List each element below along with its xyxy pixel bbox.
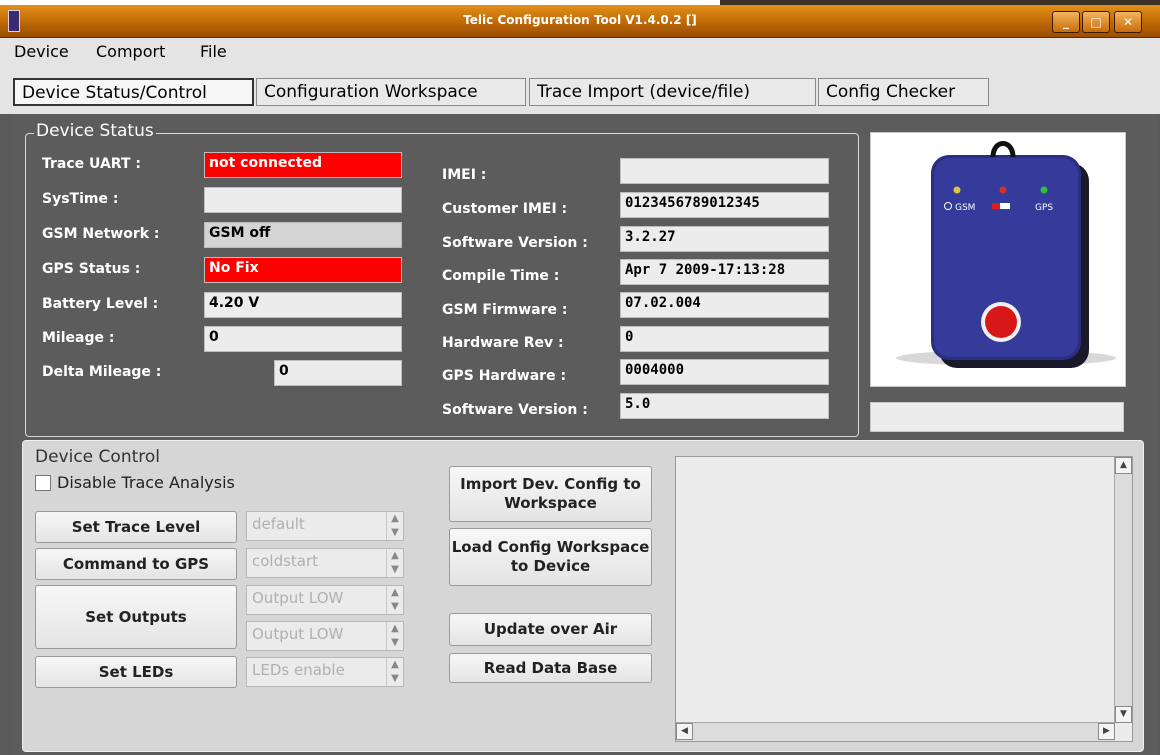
- output-1-select-value: Output LOW: [252, 589, 344, 607]
- device-control-group: Device Control Disable Trace Analysis Se…: [22, 440, 1144, 752]
- spinner-icon: ▲ ▼: [386, 549, 403, 577]
- gps-hardware-label: GPS Hardware :: [442, 368, 567, 384]
- customer-imei-value: 0123456789012345: [620, 192, 829, 218]
- systime-value: [204, 187, 402, 213]
- gps-hardware-value: 0004000: [620, 359, 829, 385]
- menu-device[interactable]: Device: [14, 42, 69, 61]
- gps-command-select[interactable]: coldstart ▲ ▼: [246, 548, 404, 578]
- output-2-select[interactable]: Output LOW ▲ ▼: [246, 621, 404, 651]
- tab-configuration-workspace[interactable]: Configuration Workspace: [256, 78, 526, 106]
- command-to-gps-button[interactable]: Command to GPS: [35, 548, 237, 580]
- spinner-icon: ▲ ▼: [386, 658, 403, 686]
- delta-mileage-value: 0: [274, 360, 402, 386]
- compile-time-label: Compile Time :: [442, 268, 560, 284]
- menu-file[interactable]: File: [200, 42, 227, 61]
- delta-mileage-label: Delta Mileage :: [42, 364, 162, 380]
- compile-time-value: Apr 7 2009-17:13:28: [620, 259, 829, 285]
- set-leds-button[interactable]: Set LEDs: [35, 656, 237, 688]
- software-version-value: 3.2.27: [620, 226, 829, 252]
- hardware-rev-label: Hardware Rev :: [442, 335, 564, 351]
- scroll-down-icon[interactable]: ▼: [1115, 706, 1132, 723]
- set-trace-level-button[interactable]: Set Trace Level: [35, 511, 237, 543]
- menu-bar: Device Comport File: [0, 38, 1160, 64]
- set-outputs-button[interactable]: Set Outputs: [35, 585, 237, 649]
- scroll-up-icon[interactable]: ▲: [1115, 457, 1132, 474]
- tab-device-status-control[interactable]: Device Status/Control: [13, 78, 254, 106]
- mileage-label: Mileage :: [42, 330, 115, 346]
- gps-software-version-value: 5.0: [620, 393, 829, 419]
- tab-content: Device Status Trace UART : not connected…: [13, 114, 1158, 755]
- spinner-icon: ▲ ▼: [386, 586, 403, 614]
- gsm-led-label: GSM: [955, 203, 975, 213]
- trace-uart-label: Trace UART :: [42, 156, 141, 172]
- scroll-left-icon[interactable]: ◀: [676, 723, 693, 740]
- scroll-right-icon[interactable]: ▶: [1098, 723, 1115, 740]
- gps-status-value: No Fix: [204, 257, 402, 283]
- device-control-title: Device Control: [35, 447, 160, 467]
- title-bar[interactable]: Telic Configuration Tool V1.4.0.2 [] _ □…: [0, 5, 1160, 38]
- trace-level-select[interactable]: default ▲ ▼: [246, 511, 404, 541]
- app-window: Telic Configuration Tool V1.4.0.2 [] _ □…: [0, 5, 1160, 755]
- gps-software-version-label: Software Version :: [442, 402, 588, 418]
- customer-imei-label: Customer IMEI :: [442, 201, 568, 217]
- spinner-icon: ▲ ▼: [386, 622, 403, 650]
- imei-label: IMEI :: [442, 167, 487, 183]
- update-over-air-button[interactable]: Update over Air: [449, 613, 652, 646]
- maximize-button[interactable]: □: [1082, 11, 1110, 33]
- trace-log-area[interactable]: ▲ ▼ ◀ ▶: [675, 456, 1133, 742]
- imei-value: [620, 158, 829, 184]
- disable-trace-label: Disable Trace Analysis: [57, 473, 235, 492]
- mileage-value: 0: [204, 326, 402, 352]
- gsm-firmware-value: 07.02.004: [620, 292, 829, 318]
- spinner-icon: ▲ ▼: [386, 512, 403, 540]
- gps-led-label: GPS: [1035, 203, 1053, 213]
- gps-command-select-value: coldstart: [252, 552, 319, 570]
- systime-label: SysTime :: [42, 191, 119, 207]
- battery-level-value: 4.20 V: [204, 292, 402, 318]
- gsm-firmware-label: GSM Firmware :: [442, 302, 568, 318]
- device-status-group: Device Status Trace UART : not connected…: [25, 121, 859, 437]
- device-image-caption: [870, 402, 1124, 432]
- vertical-scrollbar[interactable]: ▲ ▼: [1114, 457, 1132, 723]
- tab-config-checker[interactable]: Config Checker: [818, 78, 989, 106]
- tracker-device-illustration: GSM GPS: [896, 141, 1116, 368]
- battery-level-label: Battery Level :: [42, 296, 159, 312]
- output-1-select[interactable]: Output LOW ▲ ▼: [246, 585, 404, 615]
- device-image: GSM GPS: [870, 132, 1126, 387]
- device-status-title: Device Status: [34, 121, 156, 141]
- software-version-label: Software Version :: [442, 235, 588, 251]
- tab-trace-import[interactable]: Trace Import (device/file): [529, 78, 816, 106]
- trace-uart-value: not connected: [204, 152, 402, 178]
- close-button[interactable]: ✕: [1114, 11, 1142, 33]
- hardware-rev-value: 0: [620, 326, 829, 352]
- trace-level-select-value: default: [252, 515, 305, 533]
- leds-select-value: LEDs enable: [252, 661, 345, 679]
- load-config-button[interactable]: Load Config Workspace to Device: [449, 528, 652, 586]
- menu-comport[interactable]: Comport: [96, 42, 165, 61]
- leds-select[interactable]: LEDs enable ▲ ▼: [246, 657, 404, 687]
- disable-trace-checkbox[interactable]: [35, 475, 51, 491]
- gsm-network-label: GSM Network :: [42, 226, 160, 242]
- gsm-network-value: GSM off: [204, 222, 402, 248]
- read-database-button[interactable]: Read Data Base: [449, 653, 652, 683]
- gps-status-label: GPS Status :: [42, 261, 141, 277]
- tab-bar: Device Status/Control Configuration Work…: [0, 64, 1160, 114]
- window-title: Telic Configuration Tool V1.4.0.2 []: [463, 13, 697, 27]
- horizontal-scrollbar[interactable]: ◀ ▶: [676, 722, 1115, 741]
- output-2-select-value: Output LOW: [252, 625, 344, 643]
- import-config-button[interactable]: Import Dev. Config to Workspace: [449, 466, 652, 522]
- minimize-button[interactable]: _: [1052, 11, 1080, 33]
